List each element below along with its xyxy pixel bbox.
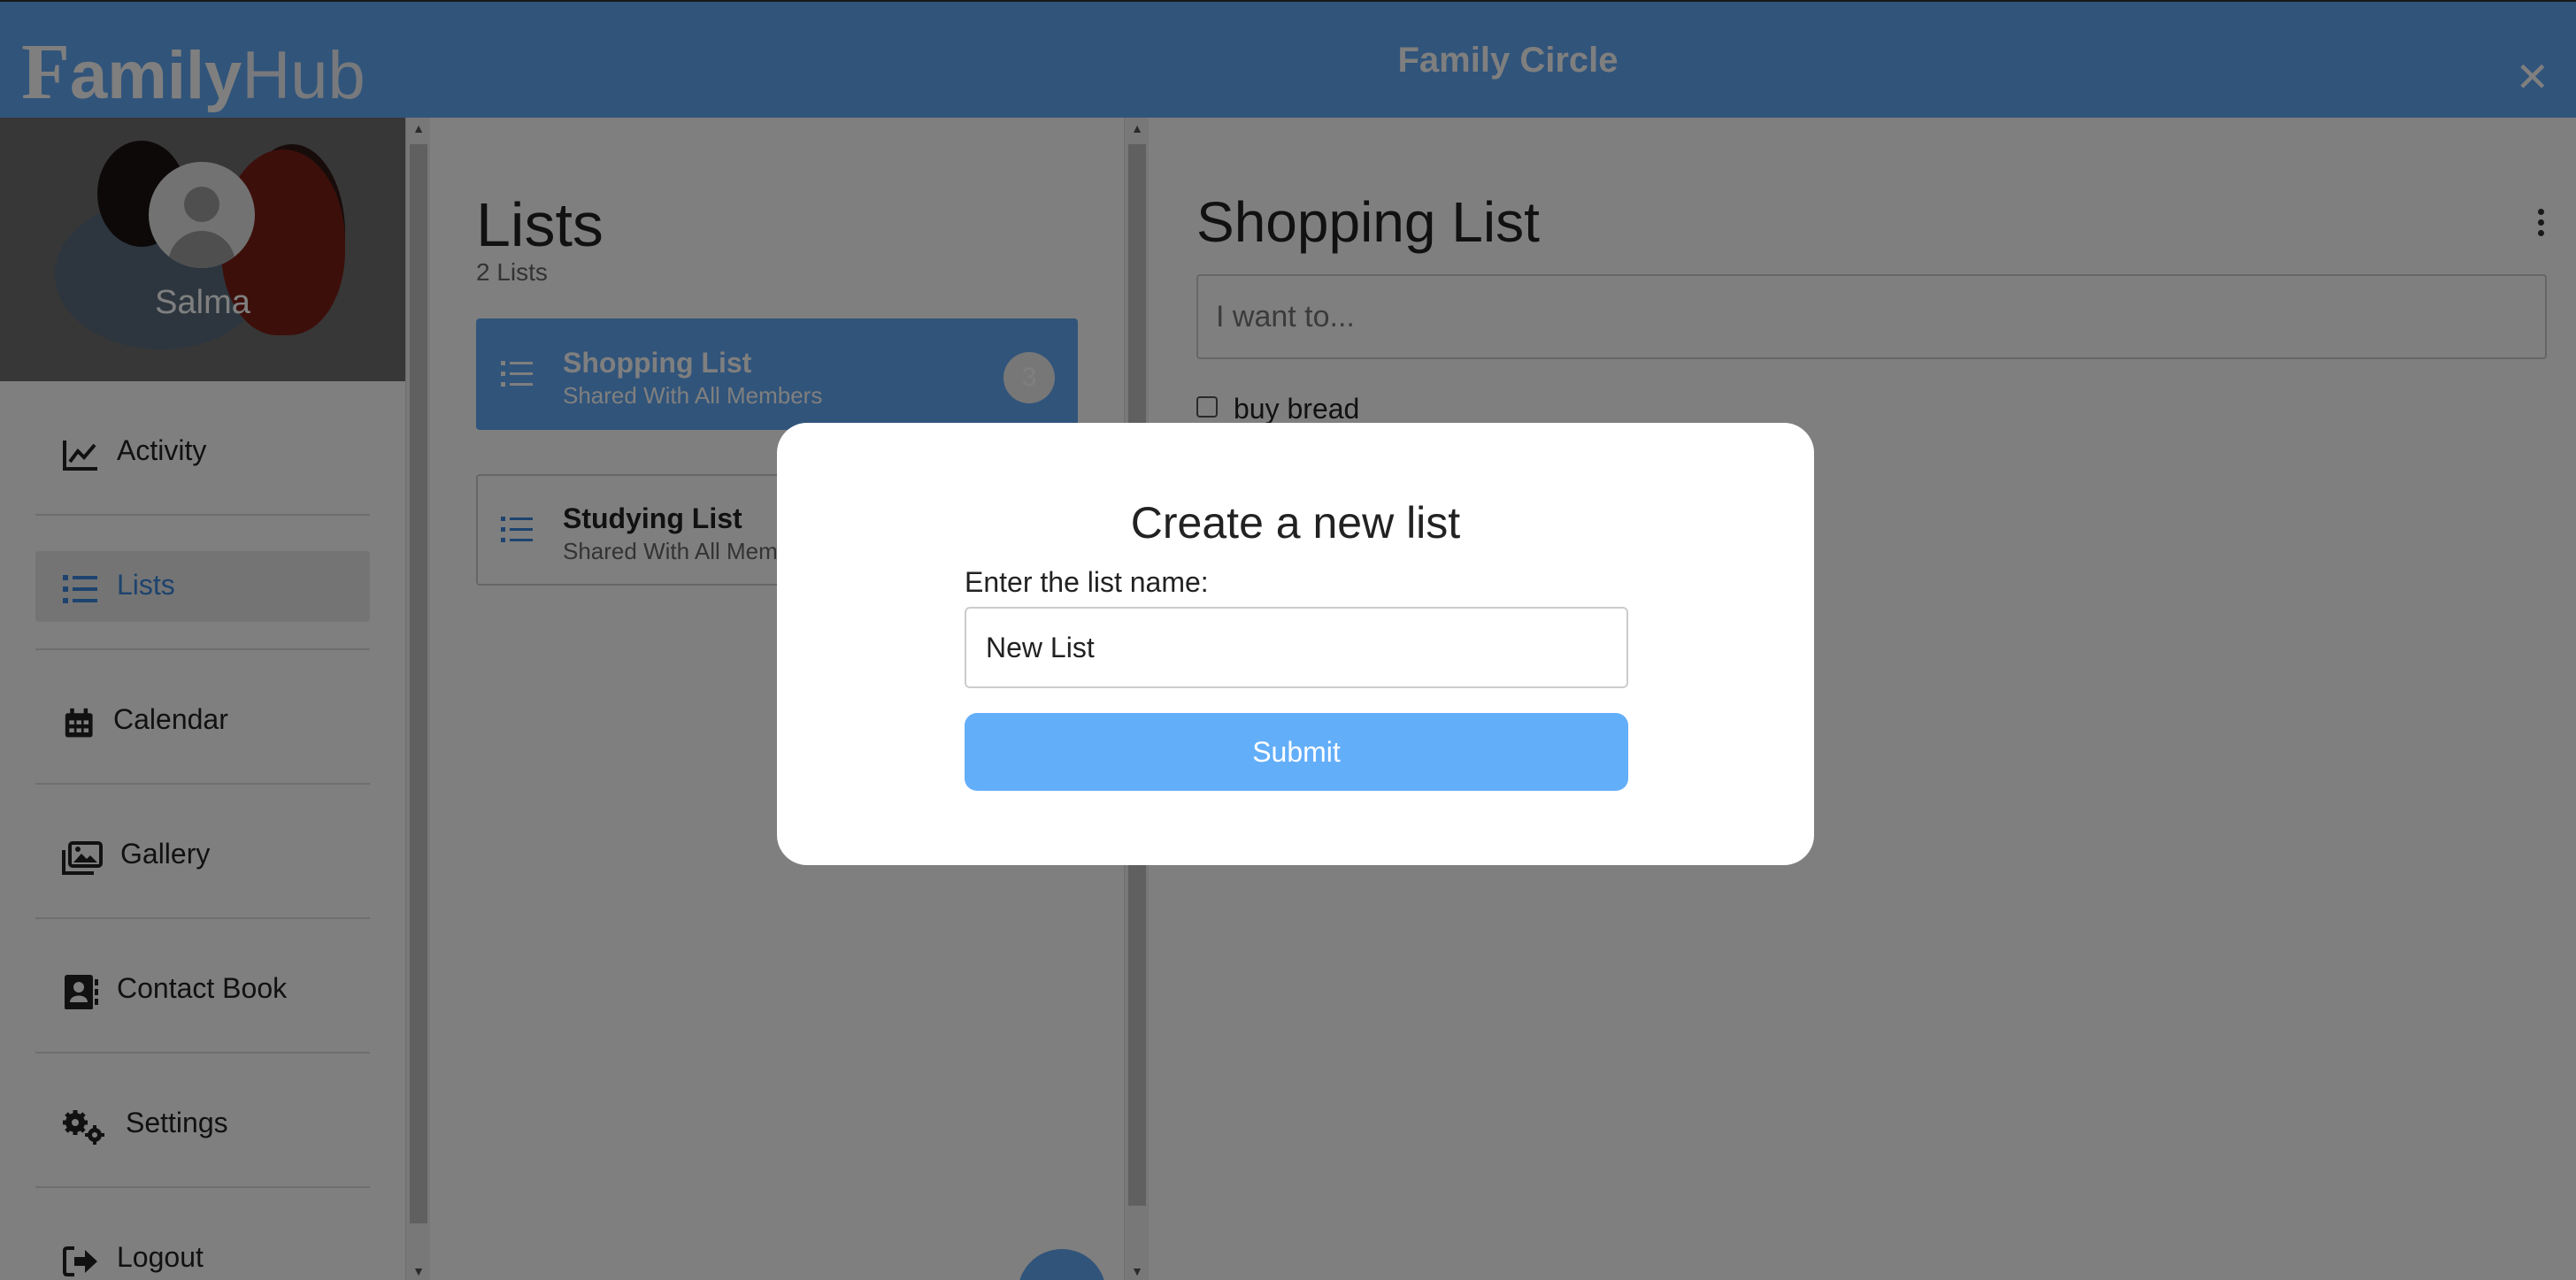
list-name-label: Enter the list name:: [965, 566, 1209, 598]
dialog-title: Create a new list: [1130, 498, 1461, 548]
list-name-input[interactable]: [965, 607, 1628, 688]
submit-button[interactable]: Submit: [965, 713, 1628, 791]
create-list-dialog: Create a new list Enter the list name: S…: [777, 423, 1814, 865]
